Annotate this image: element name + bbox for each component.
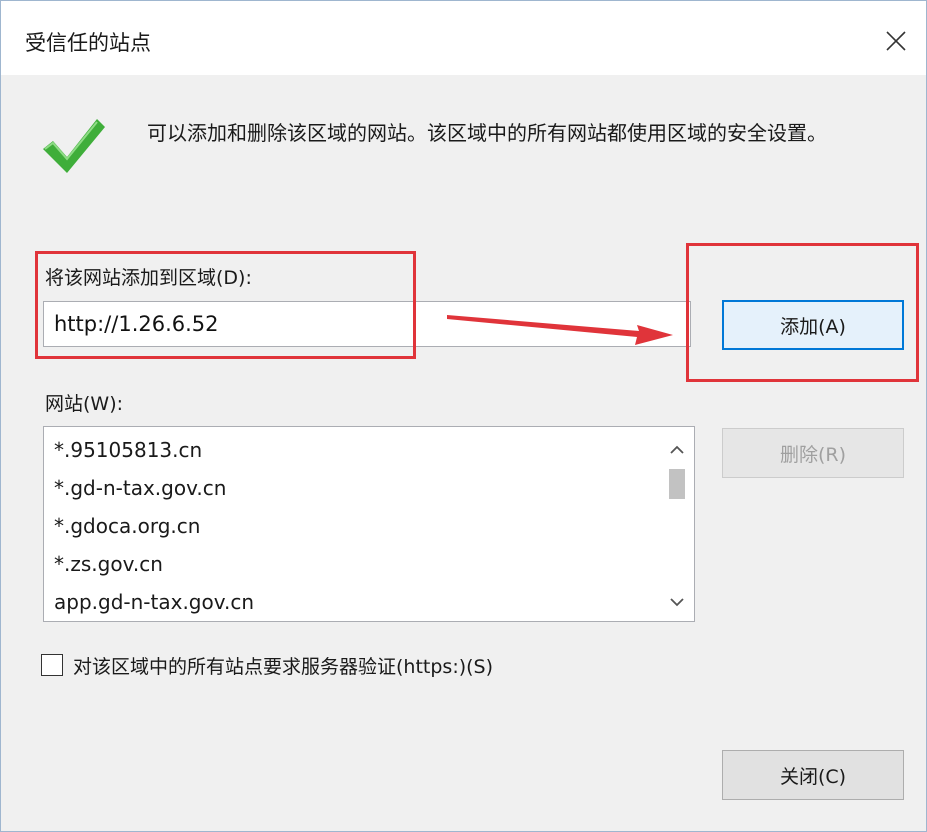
list-item[interactable]: app.gd-n-tax.gov.cn	[54, 583, 254, 621]
annotation-box-input	[35, 251, 416, 359]
zone-description: 可以添加和删除该区域的网站。该区域中的所有网站都使用区域的安全设置。	[147, 121, 827, 145]
list-item[interactable]: *.gd-n-tax.gov.cn	[54, 469, 226, 507]
close-button[interactable]: 关闭(C)	[722, 750, 904, 800]
websites-list[interactable]: *.95105813.cn *.gd-n-tax.gov.cn *.gdoca.…	[43, 426, 695, 622]
chevron-up-icon	[670, 445, 684, 454]
trusted-sites-dialog: 受信任的站点 可以添加和删除该区域的网站。该区域中的所有网站都使用区域的安全设置…	[0, 0, 927, 832]
close-window-button[interactable]	[874, 19, 918, 63]
scroll-up-button[interactable]	[660, 435, 694, 465]
list-item[interactable]: *.gdoca.org.cn	[54, 507, 200, 545]
https-option-row[interactable]: 对该区域中的所有站点要求服务器验证(https:)(S)	[41, 651, 493, 679]
list-item[interactable]: *.zs.gov.cn	[54, 545, 163, 583]
annotation-box-add-button	[686, 243, 919, 382]
chevron-down-icon	[670, 598, 684, 607]
list-item[interactable]: *.95105813.cn	[54, 431, 202, 469]
https-checkbox[interactable]	[41, 654, 63, 676]
remove-button[interactable]: 删除(R)	[722, 428, 904, 478]
scroll-down-button[interactable]	[660, 587, 694, 617]
checkmark-icon	[43, 119, 105, 173]
close-icon	[886, 31, 906, 51]
dialog-title: 受信任的站点	[25, 31, 151, 55]
https-option-label: 对该区域中的所有站点要求服务器验证(https:)(S)	[73, 655, 494, 678]
scroll-thumb[interactable]	[669, 469, 685, 499]
list-scrollbar[interactable]	[660, 427, 694, 621]
title-bar: 受信任的站点	[1, 1, 926, 75]
websites-label: 网站(W):	[45, 393, 124, 415]
annotation-arrow-icon	[447, 315, 673, 345]
